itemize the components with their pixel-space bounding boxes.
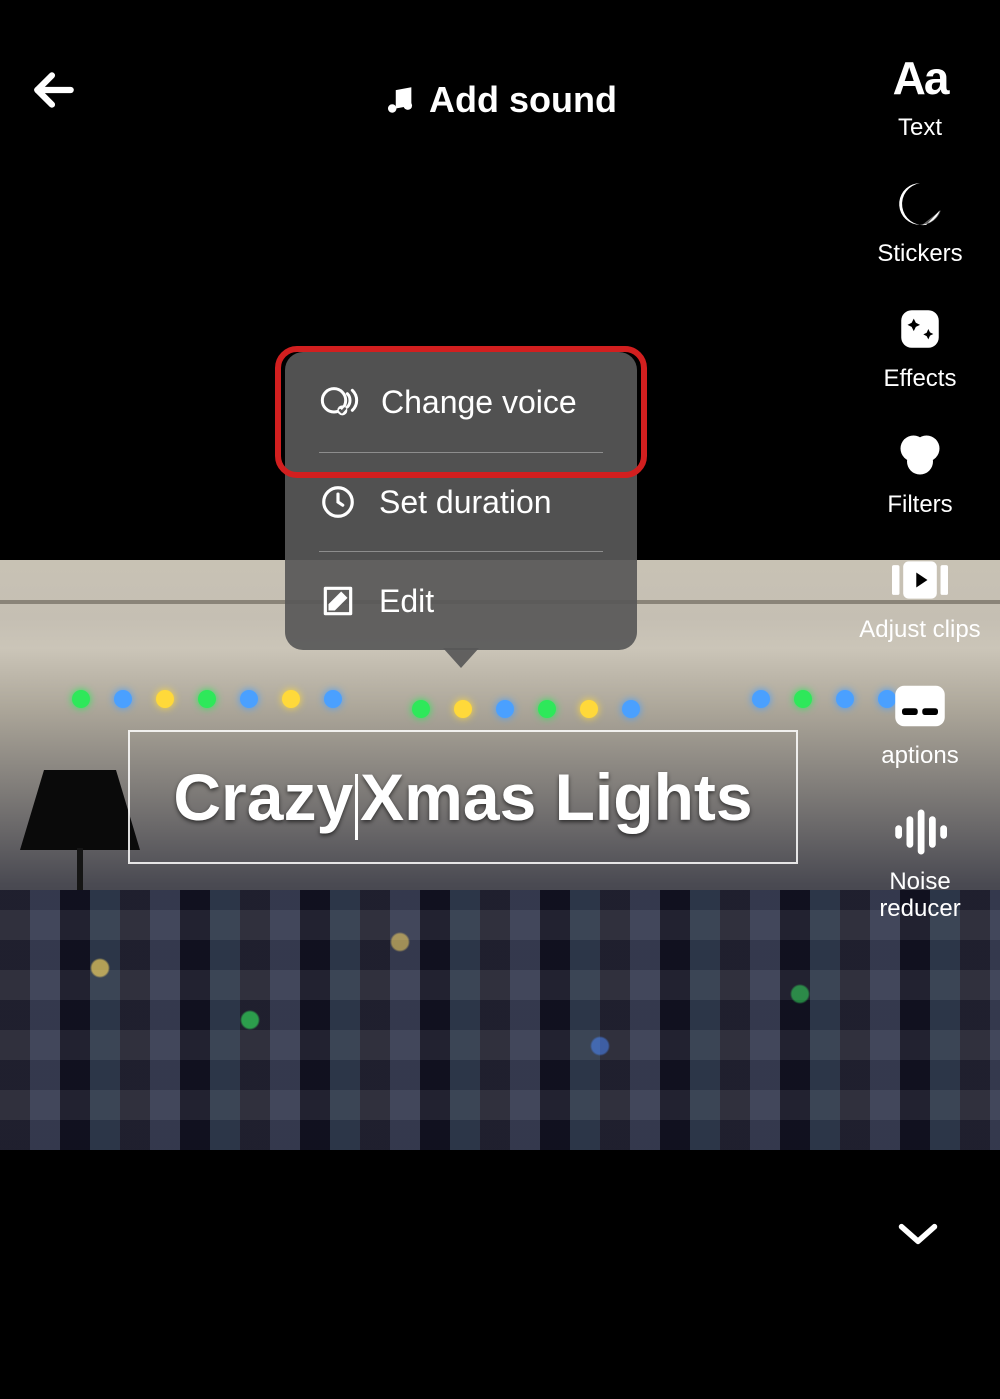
- tool-filters[interactable]: Filters: [887, 427, 952, 519]
- noise-reducer-icon: [892, 804, 948, 860]
- text-context-menu: Change voice Set duration Edit: [285, 352, 637, 650]
- captions-icon: [892, 678, 948, 734]
- tool-noise-reducer-label: Noise reducer: [879, 868, 960, 923]
- caption-text: CrazyXmas Lights: [173, 759, 752, 835]
- tool-filters-label: Filters: [887, 491, 952, 519]
- caption-text-right: Xmas Lights: [360, 760, 752, 834]
- menu-set-duration-label: Set duration: [379, 484, 552, 521]
- caption-text-left: Crazy: [173, 760, 353, 834]
- arrow-left-icon: [29, 65, 79, 115]
- effects-icon: [892, 301, 948, 357]
- lights-strand: [60, 690, 354, 713]
- add-sound-button[interactable]: Add sound: [383, 79, 617, 121]
- menu-tail: [443, 648, 479, 668]
- tool-text[interactable]: Aa Text: [892, 50, 948, 142]
- menu-change-voice[interactable]: Change voice: [285, 352, 637, 452]
- menu-set-duration[interactable]: Set duration: [285, 453, 637, 551]
- tool-effects[interactable]: Effects: [884, 301, 957, 393]
- menu-change-voice-label: Change voice: [381, 384, 577, 421]
- tool-effects-label: Effects: [884, 365, 957, 393]
- more-tools-button[interactable]: [896, 1220, 940, 1253]
- right-toolbar: Aa Text Stickers Effects Filters Adjust …: [840, 50, 1000, 923]
- filters-icon: [892, 427, 948, 483]
- menu-edit-label: Edit: [379, 583, 434, 620]
- tool-stickers[interactable]: Stickers: [877, 176, 962, 268]
- tool-captions[interactable]: aptions: [881, 678, 958, 770]
- lamp-decoration: [20, 770, 140, 900]
- voice-icon: [319, 382, 359, 422]
- tool-adjust-clips[interactable]: Adjust clips: [859, 552, 980, 644]
- text-caret: [355, 774, 358, 840]
- add-sound-label: Add sound: [429, 79, 617, 121]
- tool-captions-label: aptions: [881, 742, 958, 770]
- clock-icon: [319, 483, 357, 521]
- tool-stickers-label: Stickers: [877, 240, 962, 268]
- text-caption-box[interactable]: CrazyXmas Lights: [128, 730, 798, 864]
- tool-text-label: Text: [898, 114, 942, 142]
- menu-edit[interactable]: Edit: [285, 552, 637, 650]
- tool-adjust-clips-label: Adjust clips: [859, 616, 980, 644]
- lights-strand: [400, 700, 652, 723]
- tool-noise-reducer[interactable]: Noise reducer: [879, 804, 960, 923]
- stickers-icon: [892, 176, 948, 232]
- back-button[interactable]: [24, 60, 84, 120]
- text-icon: Aa: [892, 50, 948, 106]
- pixelated-area: [0, 890, 1000, 1150]
- chevron-down-icon: [896, 1220, 940, 1248]
- music-note-icon: [383, 83, 417, 117]
- edit-icon: [319, 582, 357, 620]
- adjust-clips-icon: [892, 552, 948, 608]
